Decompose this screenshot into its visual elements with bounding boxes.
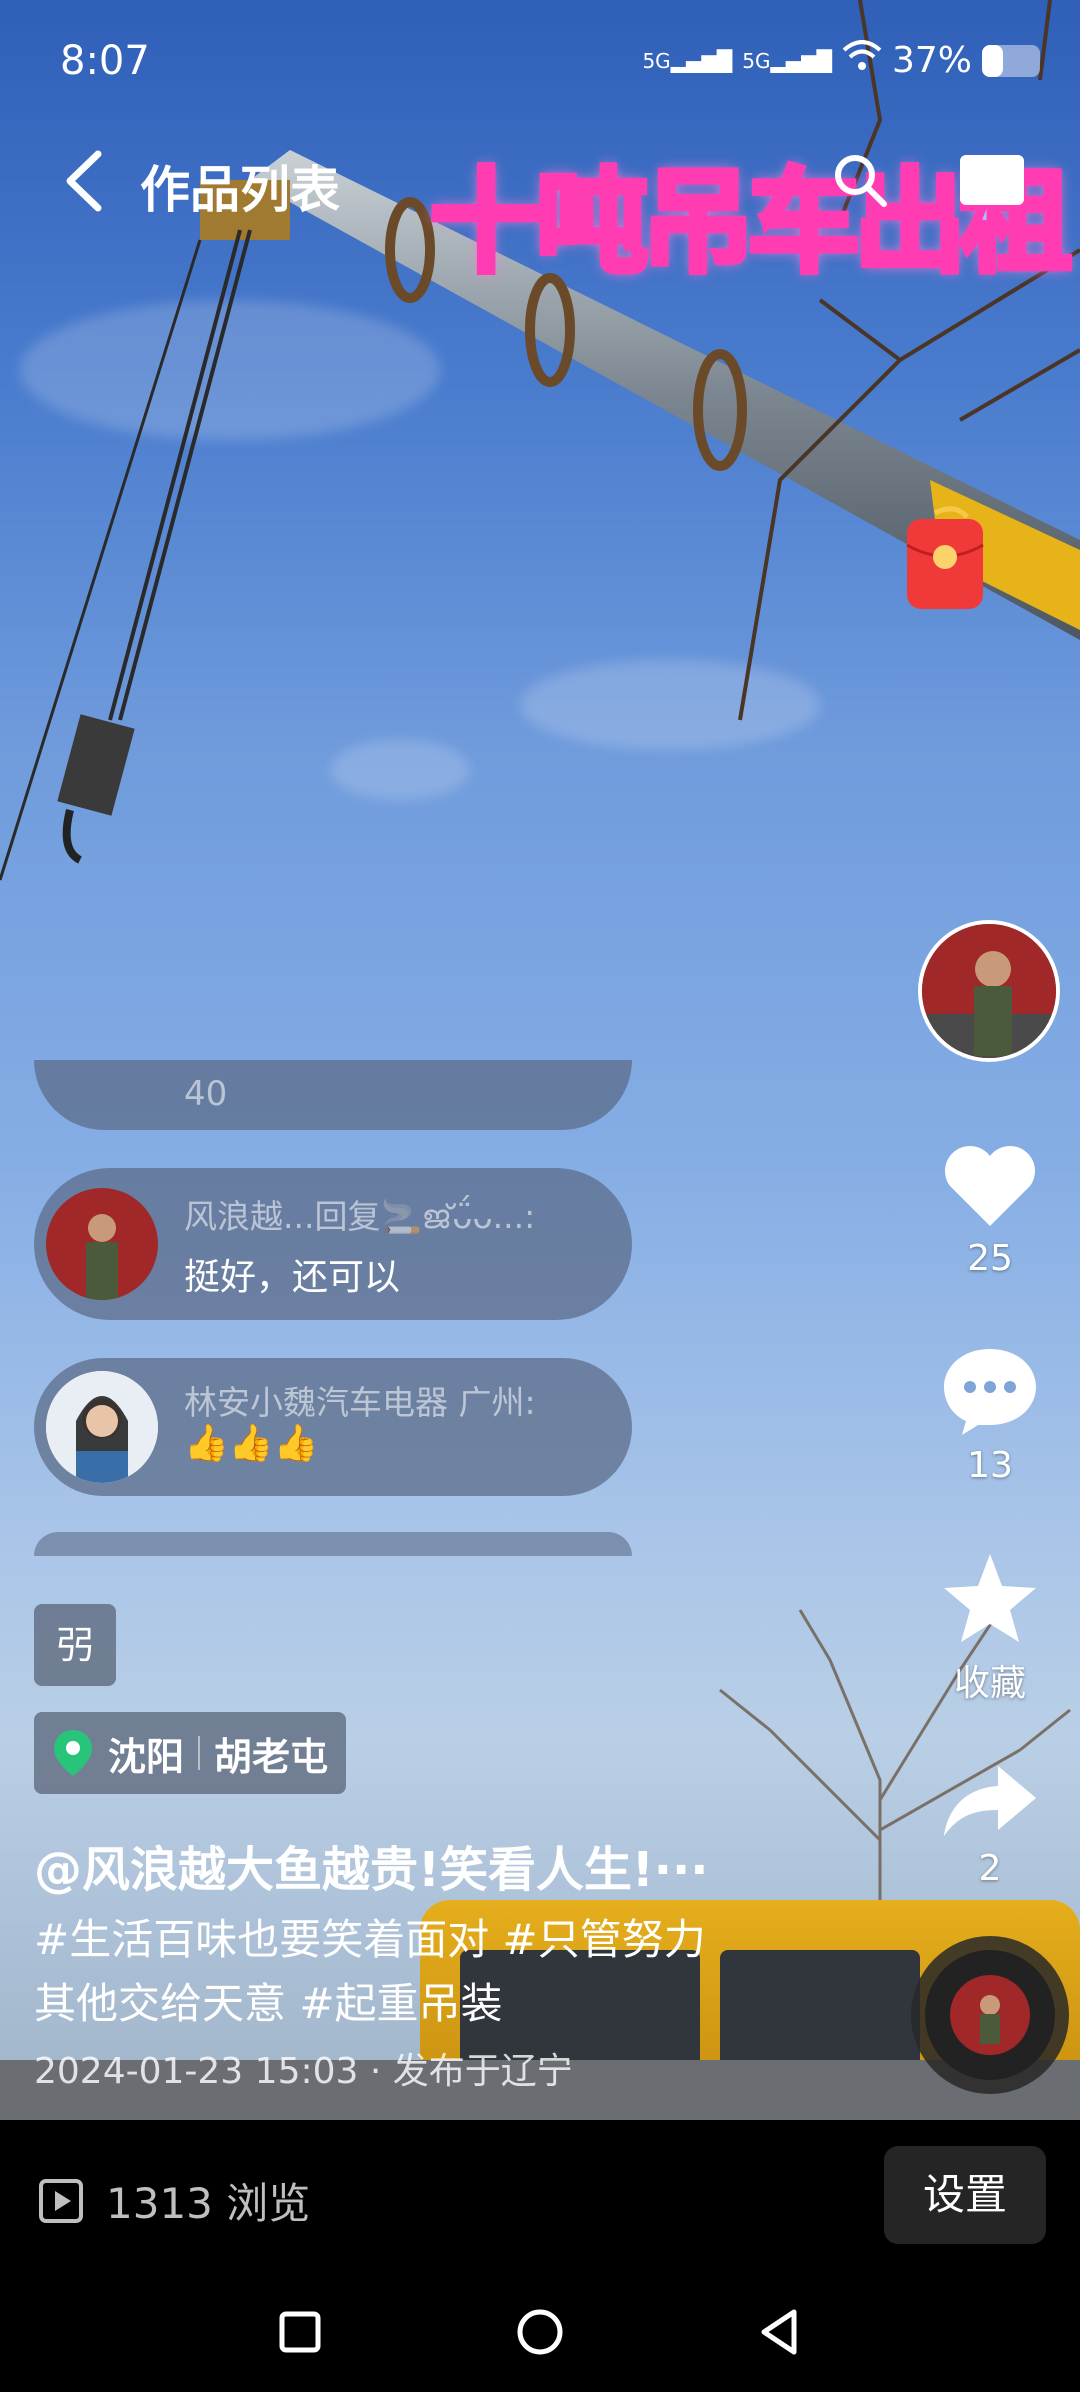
post-date: 2024-01-23 15:03 · 发布于辽宁 bbox=[34, 2051, 573, 2092]
play-icon bbox=[39, 2178, 83, 2223]
favorite-label: 收藏 bbox=[953, 1663, 1026, 1704]
comment-item[interactable]: 40 bbox=[34, 1060, 632, 1130]
description-line: #生活百味也要笑着面对 #只管努力 bbox=[34, 1915, 706, 1964]
share-button[interactable]: 2 bbox=[920, 1760, 1060, 1889]
post-description[interactable]: #生活百味也要笑着面对 #只管努力 其他交给天意 #起重吊装 bbox=[34, 1908, 754, 2036]
search-icon[interactable] bbox=[830, 150, 890, 210]
views-count: 1313 浏览 bbox=[106, 2179, 311, 2228]
home-icon[interactable] bbox=[512, 2304, 568, 2360]
location-place: 胡老屯 bbox=[214, 1734, 329, 1779]
commenter-avatar bbox=[46, 1188, 158, 1300]
red-packet-icon[interactable] bbox=[905, 505, 985, 610]
battery-text: 37% bbox=[891, 40, 972, 81]
location-tag[interactable]: 沈阳 胡老屯 bbox=[34, 1712, 347, 1794]
location-pin-icon bbox=[54, 1730, 92, 1776]
commenter-avatar bbox=[46, 1371, 158, 1483]
author-name[interactable]: @风浪越大鱼越贵!笑看人生!··· bbox=[34, 1830, 709, 1900]
page-title: 作品列表 bbox=[140, 161, 340, 219]
bottom-bar: 1313 浏览 设置 bbox=[0, 2120, 1080, 2272]
favorite-button[interactable]: 收藏 bbox=[920, 1550, 1060, 1706]
commenter-name: 林安小魏汽车电器 广州: bbox=[184, 1383, 536, 1422]
comment-count: 13 bbox=[967, 1445, 1013, 1486]
comment-text: 挺好，还可以 bbox=[184, 1257, 401, 1298]
share-arrow-icon bbox=[944, 1766, 1036, 1836]
post-tag[interactable]: 弜 bbox=[34, 1604, 116, 1686]
star-icon bbox=[944, 1554, 1036, 1642]
more-icon[interactable] bbox=[960, 155, 1024, 205]
author-avatar[interactable] bbox=[918, 920, 1060, 1062]
status-bar: 8:07 5G▂▄▆█ 5G▂▄▆█ 37% bbox=[0, 0, 1080, 120]
signal-icon: 5G▂▄▆█ bbox=[742, 48, 832, 73]
system-nav-bar bbox=[0, 2272, 1080, 2392]
comment-text: 40 bbox=[184, 1074, 228, 1114]
like-count: 25 bbox=[967, 1238, 1013, 1279]
status-time: 8:07 bbox=[60, 38, 150, 84]
chevron-left-icon[interactable] bbox=[60, 146, 110, 216]
settings-button[interactable]: 设置 bbox=[884, 2146, 1046, 2244]
recents-icon[interactable] bbox=[272, 2304, 328, 2360]
like-button[interactable]: 25 bbox=[920, 1140, 1060, 1279]
music-disc[interactable] bbox=[925, 1950, 1055, 2080]
views-info: 1313 浏览 bbox=[38, 2170, 310, 2231]
comment-bubble-icon bbox=[944, 1349, 1036, 1435]
back-triangle-icon[interactable] bbox=[752, 2304, 808, 2360]
commenter-name: 风浪越...回复🚬ജ്ᴗ̈́ᴗ...: bbox=[184, 1197, 536, 1236]
description-line: 其他交给天意 #起重吊装 bbox=[34, 1979, 503, 2028]
comment-text: 👍👍👍 bbox=[184, 1423, 319, 1464]
signal-icon: 5G▂▄▆█ bbox=[642, 48, 733, 73]
comment-button[interactable]: 13 bbox=[920, 1345, 1060, 1486]
heart-icon bbox=[945, 1146, 1035, 1226]
battery-icon bbox=[982, 44, 1040, 77]
comment-item[interactable]: 风浪越...回复🚬ജ്ᴗ̈́ᴗ...: 挺好，还可以 bbox=[34, 1168, 632, 1320]
wifi-icon bbox=[842, 40, 882, 81]
share-count: 2 bbox=[978, 1848, 1002, 1889]
comment-item[interactable] bbox=[34, 1532, 632, 1556]
location-divider bbox=[198, 1736, 201, 1770]
comment-item[interactable]: 林安小魏汽车电器 广州: 👍👍👍 bbox=[34, 1358, 632, 1496]
location-city: 沈阳 bbox=[108, 1734, 185, 1779]
